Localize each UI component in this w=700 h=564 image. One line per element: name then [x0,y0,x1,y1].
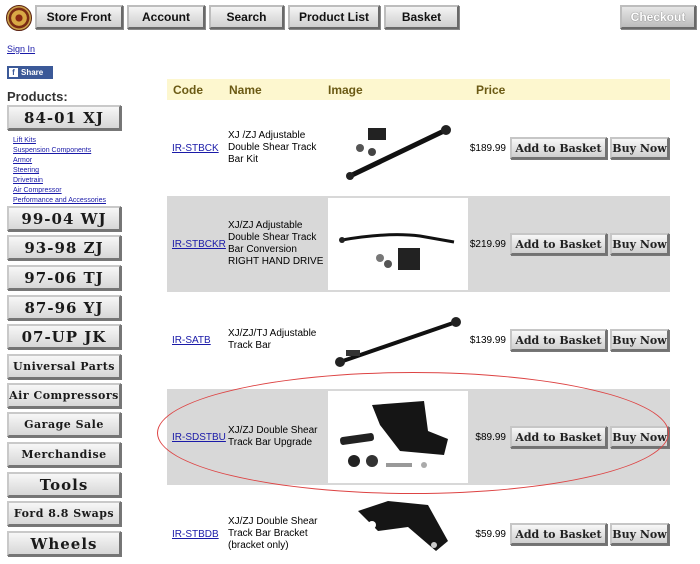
sidebar-item-99-04-wj[interactable]: 99-04 WJ [7,206,121,231]
header-code: Code [173,83,203,97]
sublink-air-compressor[interactable]: Air Compressor [13,186,106,196]
sublink-steering[interactable]: Steering [13,166,106,176]
product-row: IR-STBDB XJ/ZJ Double Shear Track Bar Br… [167,485,670,561]
product-code-link[interactable]: IR-STBCKR [172,239,226,250]
store-logo-icon[interactable] [6,5,32,31]
top-navigation: Store Front Account Search Product List … [0,0,700,34]
sidebar-item-93-98-zj[interactable]: 93-98 ZJ [7,235,121,260]
sublink-lift-kits[interactable]: Lift Kits [13,136,106,146]
account-button[interactable]: Account [127,5,205,29]
sidebar-item-87-96-yj[interactable]: 87-96 YJ [7,295,121,320]
product-name: XJ/ZJ Adjustable Double Shear Track Bar … [228,220,324,267]
sidebar-item-97-06-tj[interactable]: 97-06 TJ [7,265,121,290]
product-price: $139.99 [469,335,506,346]
sidebar-item-07-up-jk[interactable]: 07-UP JK [7,324,121,349]
product-price: $59.99 [475,529,506,540]
store-front-button[interactable]: Store Front [35,5,123,29]
buy-now-button[interactable]: Buy Now [610,329,669,351]
product-image[interactable] [328,104,468,192]
sidebar-item-garage-sale[interactable]: Garage Sale [7,412,121,437]
product-row: IR-STBCK XJ /ZJ Adjustable Double Shear … [167,100,670,196]
track-bar-bracket-image [358,501,448,551]
product-row: IR-SATB XJ/ZJ/TJ Adjustable Track Bar $1… [167,292,670,389]
product-name: XJ/ZJ Double Shear Track Bar Upgrade [228,425,318,448]
product-image[interactable] [328,391,468,483]
checkout-button[interactable]: Checkout [620,5,696,29]
product-code-link[interactable]: IR-SDSTBU [172,432,226,443]
buy-now-button[interactable]: Buy Now [610,426,669,448]
product-image[interactable] [328,491,468,561]
basket-button[interactable]: Basket [384,5,459,29]
track-bar-conversion-image [339,233,455,270]
sidebar-item-84-01-xj[interactable]: 84-01 XJ [7,105,121,130]
header-name: Name [229,83,262,97]
product-price: $189.99 [469,143,506,154]
product-code-link[interactable]: IR-STBDB [172,529,219,540]
add-to-basket-button[interactable]: Add to Basket [510,523,607,545]
product-name: XJ/ZJ/TJ Adjustable Track Bar [228,328,317,351]
sublink-drivetrain[interactable]: Drivetrain [13,176,106,186]
sidebar-item-tools[interactable]: Tools [7,472,121,497]
facebook-share-button[interactable]: f Share [7,66,53,79]
sidebar-sublinks: Lift Kits Suspension Components Armor St… [13,136,106,206]
add-to-basket-button[interactable]: Add to Basket [510,233,607,255]
sublink-performance-accessories[interactable]: Performance and Accessories [13,196,106,206]
search-button[interactable]: Search [209,5,284,29]
header-image: Image [328,83,363,97]
product-image[interactable] [328,296,468,384]
header-price: Price [476,83,506,97]
product-list-button[interactable]: Product List [288,5,380,29]
buy-now-button[interactable]: Buy Now [610,137,669,159]
sidebar-item-merchandise[interactable]: Merchandise [7,442,121,467]
facebook-icon: f [9,68,18,77]
product-row: IR-SDSTBU XJ/ZJ Double Shear Track Bar U… [167,389,670,485]
buy-now-button[interactable]: Buy Now [610,233,669,255]
add-to-basket-button[interactable]: Add to Basket [510,329,607,351]
product-name: XJ /ZJ Adjustable Double Shear Track Bar… [228,130,317,165]
adjustable-track-bar-image [335,317,461,367]
share-label: Share [21,68,44,77]
product-row: IR-STBCKR XJ/ZJ Adjustable Double Shear … [167,196,670,292]
sublink-suspension-components[interactable]: Suspension Components [13,146,106,156]
sidebar-item-air-compressors[interactable]: Air Compressors [7,383,121,408]
sign-in-link[interactable]: Sign In [7,44,35,54]
product-image[interactable] [328,198,468,290]
track-bar-kit-image [346,125,451,180]
products-heading: Products: [7,89,68,104]
sidebar-item-wheels[interactable]: Wheels [7,531,121,556]
product-price: $89.99 [475,432,506,443]
buy-now-button[interactable]: Buy Now [610,523,669,545]
add-to-basket-button[interactable]: Add to Basket [510,426,607,448]
product-name: XJ/ZJ Double Shear Track Bar Bracket (br… [228,516,318,551]
product-code-link[interactable]: IR-STBCK [172,143,219,154]
product-code-link[interactable]: IR-SATB [172,335,211,346]
track-bar-upgrade-image [339,401,448,468]
sidebar-item-universal-parts[interactable]: Universal Parts [7,354,121,379]
add-to-basket-button[interactable]: Add to Basket [510,137,607,159]
sublink-armor[interactable]: Armor [13,156,106,166]
sidebar-item-ford-swaps[interactable]: Ford 8.8 Swaps [7,501,121,526]
product-price: $219.99 [469,239,506,250]
